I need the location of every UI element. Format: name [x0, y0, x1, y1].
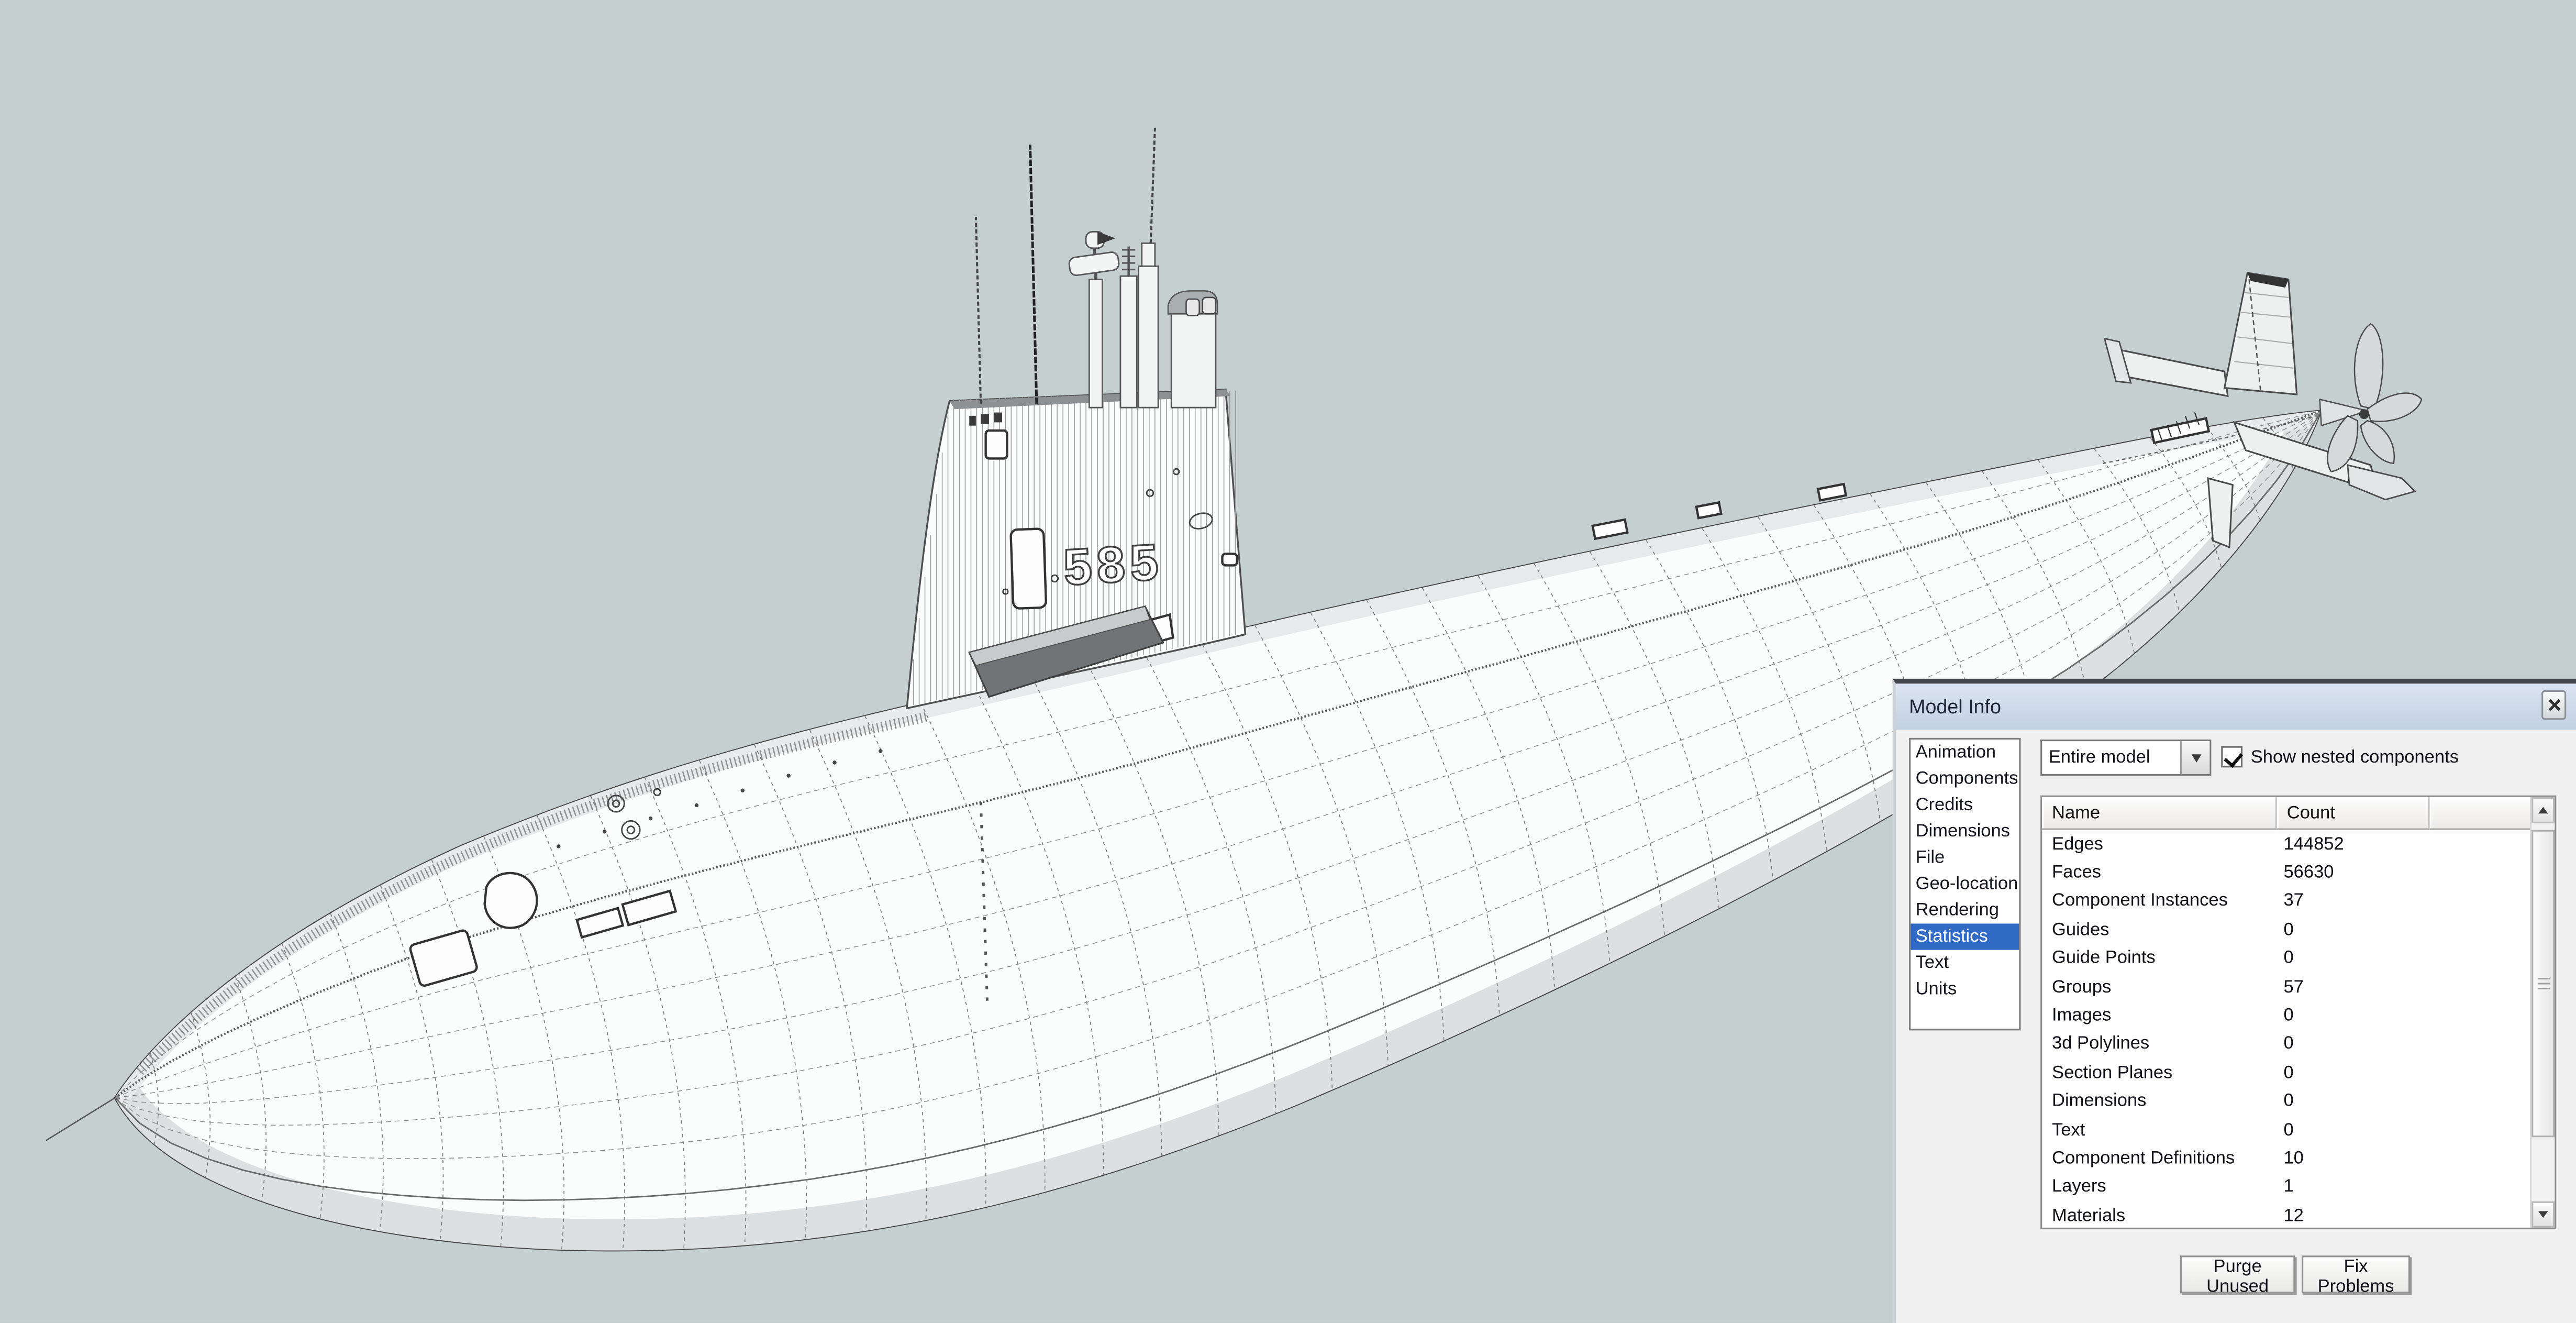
stat-count: 57: [2277, 977, 2304, 997]
flag-icon: [1097, 231, 1116, 245]
stat-count: 0: [2277, 1092, 2294, 1111]
sidebar-item-text[interactable]: Text: [1911, 950, 2019, 976]
table-row[interactable]: Edges144852: [2042, 830, 2530, 859]
close-button[interactable]: [2541, 690, 2566, 720]
stat-count: 56630: [2277, 863, 2334, 883]
stat-name: Guides: [2042, 920, 2277, 940]
column-header-count[interactable]: Count: [2277, 797, 2430, 830]
sidebar-item-dimensions[interactable]: Dimensions: [1911, 819, 2019, 845]
dropdown-button[interactable]: [2180, 741, 2209, 774]
stat-name: Component Definitions: [2042, 1149, 2277, 1168]
scope-dropdown-value: Entire model: [2049, 748, 2150, 768]
scrollbar-grip-icon: [2538, 977, 2550, 990]
table-row[interactable]: Component Instances37: [2042, 887, 2530, 916]
stat-name: Materials: [2042, 1206, 2277, 1226]
propeller: [2327, 324, 2422, 471]
sidebar-item-geo-location[interactable]: Geo-location: [1911, 871, 2019, 897]
stat-count: 0: [2277, 920, 2294, 940]
stat-count: 10: [2277, 1149, 2304, 1168]
stat-count: 0: [2277, 1006, 2294, 1026]
stat-count: 0: [2277, 1034, 2294, 1054]
table-rows: Edges144852Faces56630Component Instances…: [2042, 830, 2530, 1228]
stat-count: 1: [2277, 1177, 2294, 1197]
app-root: 585: [0, 0, 2576, 1323]
stat-count: 144852: [2277, 834, 2344, 854]
vertical-scrollbar[interactable]: [2530, 797, 2555, 1228]
stat-name: Layers: [2042, 1177, 2277, 1197]
show-nested-checkbox[interactable]: Show nested components: [2221, 746, 2459, 768]
scrollbar-thumb[interactable]: [2531, 830, 2555, 1138]
table-row[interactable]: Images0: [2042, 1001, 2530, 1030]
sidebar-item-animation[interactable]: Animation: [1911, 740, 2019, 766]
statistics-table: Name Count Edges144852Faces56630Componen…: [2040, 796, 2556, 1229]
fix-problems-button[interactable]: Fix Problems: [2302, 1255, 2410, 1293]
dialog-titlebar[interactable]: Model Info: [1896, 683, 2576, 730]
tall-antenna-icon: [1030, 145, 1037, 404]
table-row[interactable]: Groups57: [2042, 973, 2530, 1001]
stat-count: 0: [2277, 1063, 2294, 1083]
chevron-down-icon: [2191, 754, 2201, 762]
column-header-name[interactable]: Name: [2042, 797, 2277, 830]
stat-count: 12: [2277, 1206, 2304, 1226]
sidebar-item-rendering[interactable]: Rendering: [1911, 897, 2019, 923]
table-row[interactable]: Dimensions0: [2042, 1087, 2530, 1116]
bow-antenna-line: [46, 1098, 115, 1141]
scroll-down-button[interactable]: [2531, 1201, 2555, 1228]
stat-count: 0: [2277, 1120, 2294, 1140]
stat-name: 3d Polylines: [2042, 1034, 2277, 1054]
stat-name: Groups: [2042, 977, 2277, 997]
dialog-title: Model Info: [1909, 695, 2001, 718]
stat-name: Images: [2042, 1006, 2277, 1026]
table-row[interactable]: Guides0: [2042, 916, 2530, 944]
stat-name: Text: [2042, 1120, 2277, 1140]
table-row[interactable]: Materials12: [2042, 1201, 2530, 1228]
stat-name: Faces: [2042, 863, 2277, 883]
stern-plane-far: [2113, 348, 2228, 396]
ecm-mast-head: [1069, 251, 1120, 276]
stat-count: 0: [2277, 949, 2294, 968]
sidebar-item-file[interactable]: File: [1911, 845, 2019, 871]
whip-antenna-icon: [976, 217, 981, 404]
sail-number: 585: [1062, 533, 1165, 596]
stat-name: Dimensions: [2042, 1092, 2277, 1111]
sidebar-item-components[interactable]: Components: [1911, 766, 2019, 792]
scroll-up-button[interactable]: [2531, 797, 2555, 823]
stat-name: Section Planes: [2042, 1063, 2277, 1083]
stat-count: 37: [2277, 891, 2304, 911]
stat-name: Edges: [2042, 834, 2277, 854]
scope-dropdown[interactable]: Entire model: [2040, 740, 2211, 776]
table-row[interactable]: Text0: [2042, 1116, 2530, 1144]
stat-name: Guide Points: [2042, 949, 2277, 968]
upper-rudder: [2225, 273, 2297, 394]
snorkel-mast: [1171, 306, 1216, 408]
purge-unused-button[interactable]: Purge Unused: [2180, 1255, 2295, 1293]
propeller-hub: [2359, 409, 2369, 419]
checkbox-label: Show nested components: [2251, 747, 2459, 767]
table-row[interactable]: Section Planes0: [2042, 1059, 2530, 1087]
sidebar-item-statistics[interactable]: Statistics: [1911, 923, 2019, 950]
triangle-up-icon: [2538, 807, 2548, 814]
table-row[interactable]: 3d Polylines0: [2042, 1030, 2530, 1059]
table-row[interactable]: Layers1: [2042, 1173, 2530, 1201]
checkbox-box[interactable]: [2221, 746, 2242, 768]
dialog-body: AnimationComponentsCreditsDimensionsFile…: [1896, 735, 2576, 1323]
triangle-down-icon: [2538, 1211, 2548, 1218]
stat-name: Component Instances: [2042, 891, 2277, 911]
sail-masts: [976, 128, 1217, 407]
sidebar-item-units[interactable]: Units: [1911, 976, 2019, 1002]
table-row[interactable]: Faces56630: [2042, 858, 2530, 887]
table-header: Name Count: [2042, 797, 2555, 830]
close-icon: [2547, 699, 2560, 712]
table-row[interactable]: Component Definitions10: [2042, 1144, 2530, 1173]
sidebar-item-credits[interactable]: Credits: [1911, 792, 2019, 818]
settings-nav-list: AnimationComponentsCreditsDimensionsFile…: [1909, 738, 2020, 1031]
model-info-dialog: Model Info AnimationComponentsCreditsDim…: [1893, 679, 2576, 1323]
table-row[interactable]: Guide Points0: [2042, 944, 2530, 973]
